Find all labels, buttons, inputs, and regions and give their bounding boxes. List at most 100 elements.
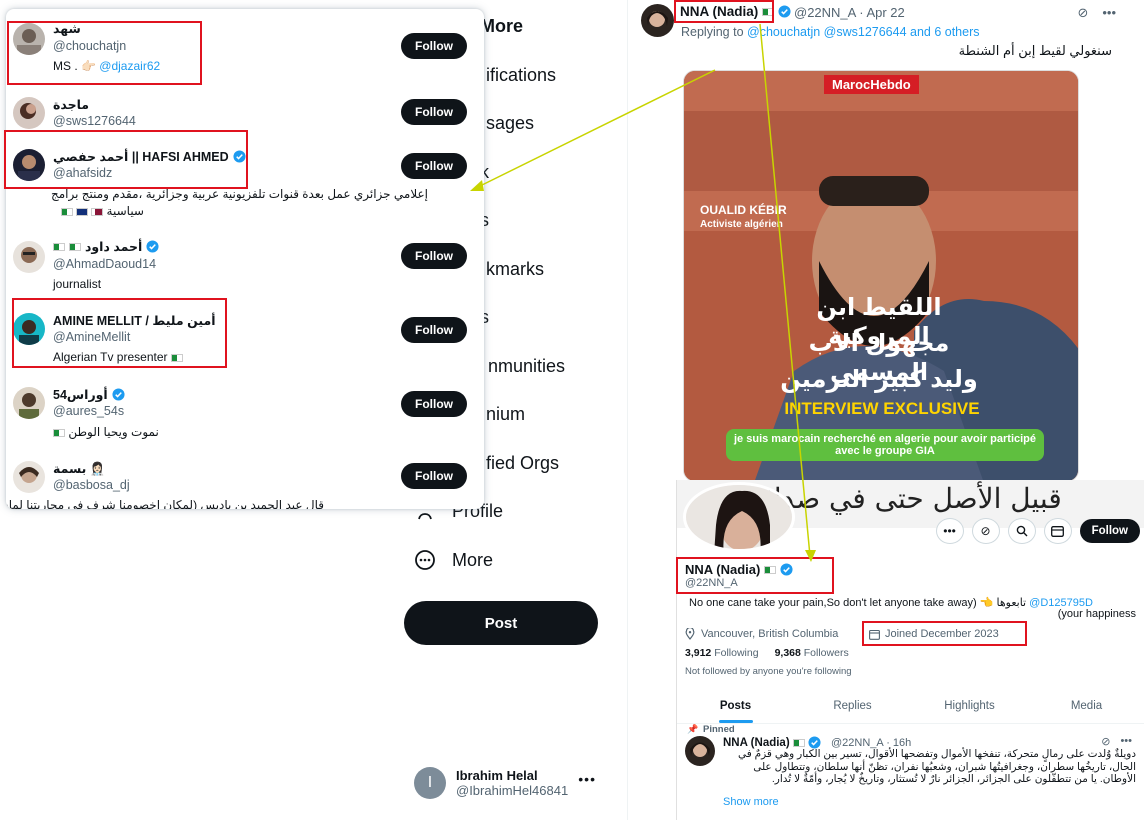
nav-label: nium (486, 403, 526, 424)
grok-icon[interactable]: ⊘ (1101, 735, 1110, 748)
more-dots-icon[interactable]: ••• (1102, 5, 1116, 21)
more-dots-icon[interactable]: ••• (578, 771, 596, 787)
algeria-flag-icon (762, 7, 775, 16)
user-name: شهد (53, 22, 81, 36)
account-handle: @IbrahimHel46841 (456, 783, 569, 798)
account-name: Ibrahim Helal (456, 768, 538, 783)
user-name: بسمة 👩🏻‍⚕️ (53, 462, 106, 476)
avatar[interactable] (641, 4, 674, 37)
image-quote: je suis marocain recherché en algerie po… (726, 429, 1044, 461)
user-handle: @chouchatjn (53, 39, 127, 53)
list-item[interactable]: أحمد حفصي || HAFSI AHMED @ahafsidz إعلام… (6, 147, 484, 227)
nav-verified-orgs[interactable]: fied Orgs (486, 443, 559, 483)
nav-messages[interactable]: sages (486, 103, 534, 143)
person-role: Activiste algérien (700, 219, 783, 230)
nav-notifications[interactable]: ifications (486, 55, 556, 95)
profile-joined: Joined December 2023 (869, 628, 999, 640)
message-icon[interactable] (1043, 518, 1072, 544)
nav-label: fied Orgs (486, 452, 560, 473)
tab-media[interactable]: Media (1028, 688, 1144, 723)
profile-avatar[interactable] (683, 482, 795, 552)
bio-mention-link[interactable]: @djazair62 (99, 59, 160, 73)
more-dots-icon[interactable]: ••• (935, 518, 964, 544)
follow-button[interactable]: Follow (401, 463, 467, 489)
nav-more-top[interactable]: More (480, 6, 523, 46)
list-item[interactable]: AMINE MELLIT / أمين مليط @AmineMellit Al… (6, 311, 484, 371)
list-item[interactable]: شهد @chouchatjn MS . 👉🏻 @djazair62 Follo… (6, 17, 484, 97)
user-handle: @AhmadDaoud14 (53, 257, 157, 271)
verified-badge-icon (146, 240, 159, 253)
profile-tabs: Posts Replies Highlights Media (677, 688, 1144, 724)
list-item[interactable]: ماجدة @sws1276644 Follow (6, 95, 484, 141)
qatar-flag-icon (91, 207, 104, 216)
nav-communities[interactable]: nmunities (488, 346, 565, 386)
user-name: أحمد داود (53, 239, 159, 254)
follow-button[interactable]: Follow (401, 99, 467, 125)
uk-flag-icon (75, 207, 88, 216)
profile-actions: ••• ⊘ Follow (935, 518, 1140, 544)
avatar (13, 313, 45, 345)
tweet-author[interactable]: NNA (Nadia) (680, 4, 791, 19)
followers-link[interactable]: 9,368 Followers (775, 647, 849, 659)
replying-to-link[interactable]: @chouchatjn @sws1276644 and 6 others (747, 25, 979, 39)
avatar (13, 97, 45, 129)
avatar (13, 149, 45, 181)
search-icon[interactable] (1007, 518, 1036, 544)
user-name: ماجدة (53, 98, 90, 112)
nav-bookmarks[interactable]: kmarks (486, 249, 544, 289)
user-bio: journalist (53, 277, 102, 291)
following-link[interactable]: 3,912 Following (685, 647, 759, 659)
user-handle: @AmineMellit (53, 330, 131, 344)
nav-premium[interactable]: nium (486, 394, 525, 434)
avatar (13, 461, 45, 493)
profile-follow-button[interactable]: Follow (1079, 519, 1140, 543)
not-followed-note: Not followed by anyone you're following (685, 666, 852, 677)
more-dots-icon[interactable]: ••• (1120, 735, 1132, 748)
nav-label: sages (486, 112, 535, 133)
nav-label: ifications (486, 64, 557, 85)
tab-replies[interactable]: Replies (794, 688, 911, 723)
pinned-post-actions: ⊘ ••• (1101, 735, 1132, 748)
post-button[interactable]: Post (404, 601, 598, 645)
list-item[interactable]: أحمد داود @AhmadDaoud14 journalist Follo… (6, 237, 484, 299)
profile-bio-line2: (your happiness (1057, 608, 1136, 620)
tab-highlights[interactable]: Highlights (911, 688, 1028, 723)
avatar (13, 387, 45, 419)
show-more-link[interactable]: Show more (723, 796, 779, 808)
grok-icon[interactable]: ⊘ (1077, 5, 1088, 21)
nav-label: nmunities (488, 355, 566, 376)
list-item[interactable]: أوراس54 @aures_54s نموت ويحيا الوطن Foll… (6, 385, 484, 445)
follow-button[interactable]: Follow (401, 33, 467, 59)
follow-button[interactable]: Follow (401, 317, 467, 343)
follow-button[interactable]: Follow (401, 153, 467, 179)
user-bio: إعلامي جزائري عمل بعدة قنوات تلفزيونية ع… (50, 187, 428, 201)
pin-icon: 📌 (687, 724, 699, 734)
avatar[interactable] (685, 736, 715, 766)
user-bio: MS . 👉🏻 @djazair62 (53, 59, 161, 73)
user-bio: نموت ويحيا الوطن (53, 425, 159, 439)
algeria-flag-icon (792, 738, 805, 747)
user-bio: Algerian Tv presenter (53, 350, 183, 364)
follow-button[interactable]: Follow (401, 243, 467, 269)
nav-label: kmarks (486, 258, 544, 279)
tweet-image[interactable]: MarocHebdo OUALID KÉBIR Activiste algéri… (683, 70, 1079, 482)
user-handle: @basbosa_dj (53, 478, 130, 492)
nav-more[interactable]: More (414, 540, 493, 580)
user-name: أحمد حفصي || HAFSI AHMED (53, 149, 246, 164)
profile-handle: @22NN_A (685, 577, 738, 589)
user-name: AMINE MELLIT / أمين مليط (53, 314, 216, 328)
pinned-label: Pinned (703, 724, 735, 735)
avatar (13, 241, 45, 273)
profile-card: قبيل الأصل حتى في صداقته ••• ⊘ Follow NN… (676, 480, 1144, 820)
verified-badge-icon (780, 563, 793, 576)
grok-icon[interactable]: ⊘ (971, 518, 1000, 544)
algeria-flag-icon (60, 207, 73, 216)
verified-badge-icon (778, 5, 791, 18)
algeria-flag-icon (69, 242, 81, 251)
tab-posts[interactable]: Posts (677, 688, 794, 723)
nav-label: More (452, 549, 494, 570)
replying-to: Replying to @chouchatjn @sws1276644 and … (681, 25, 980, 39)
follow-button[interactable]: Follow (401, 391, 467, 417)
account-switcher[interactable]: I Ibrahim Helal @IbrahimHel46841 ••• (414, 763, 614, 803)
list-item[interactable]: بسمة 👩🏻‍⚕️ @basbosa_dj قال عبد الحميد بن… (6, 459, 484, 509)
